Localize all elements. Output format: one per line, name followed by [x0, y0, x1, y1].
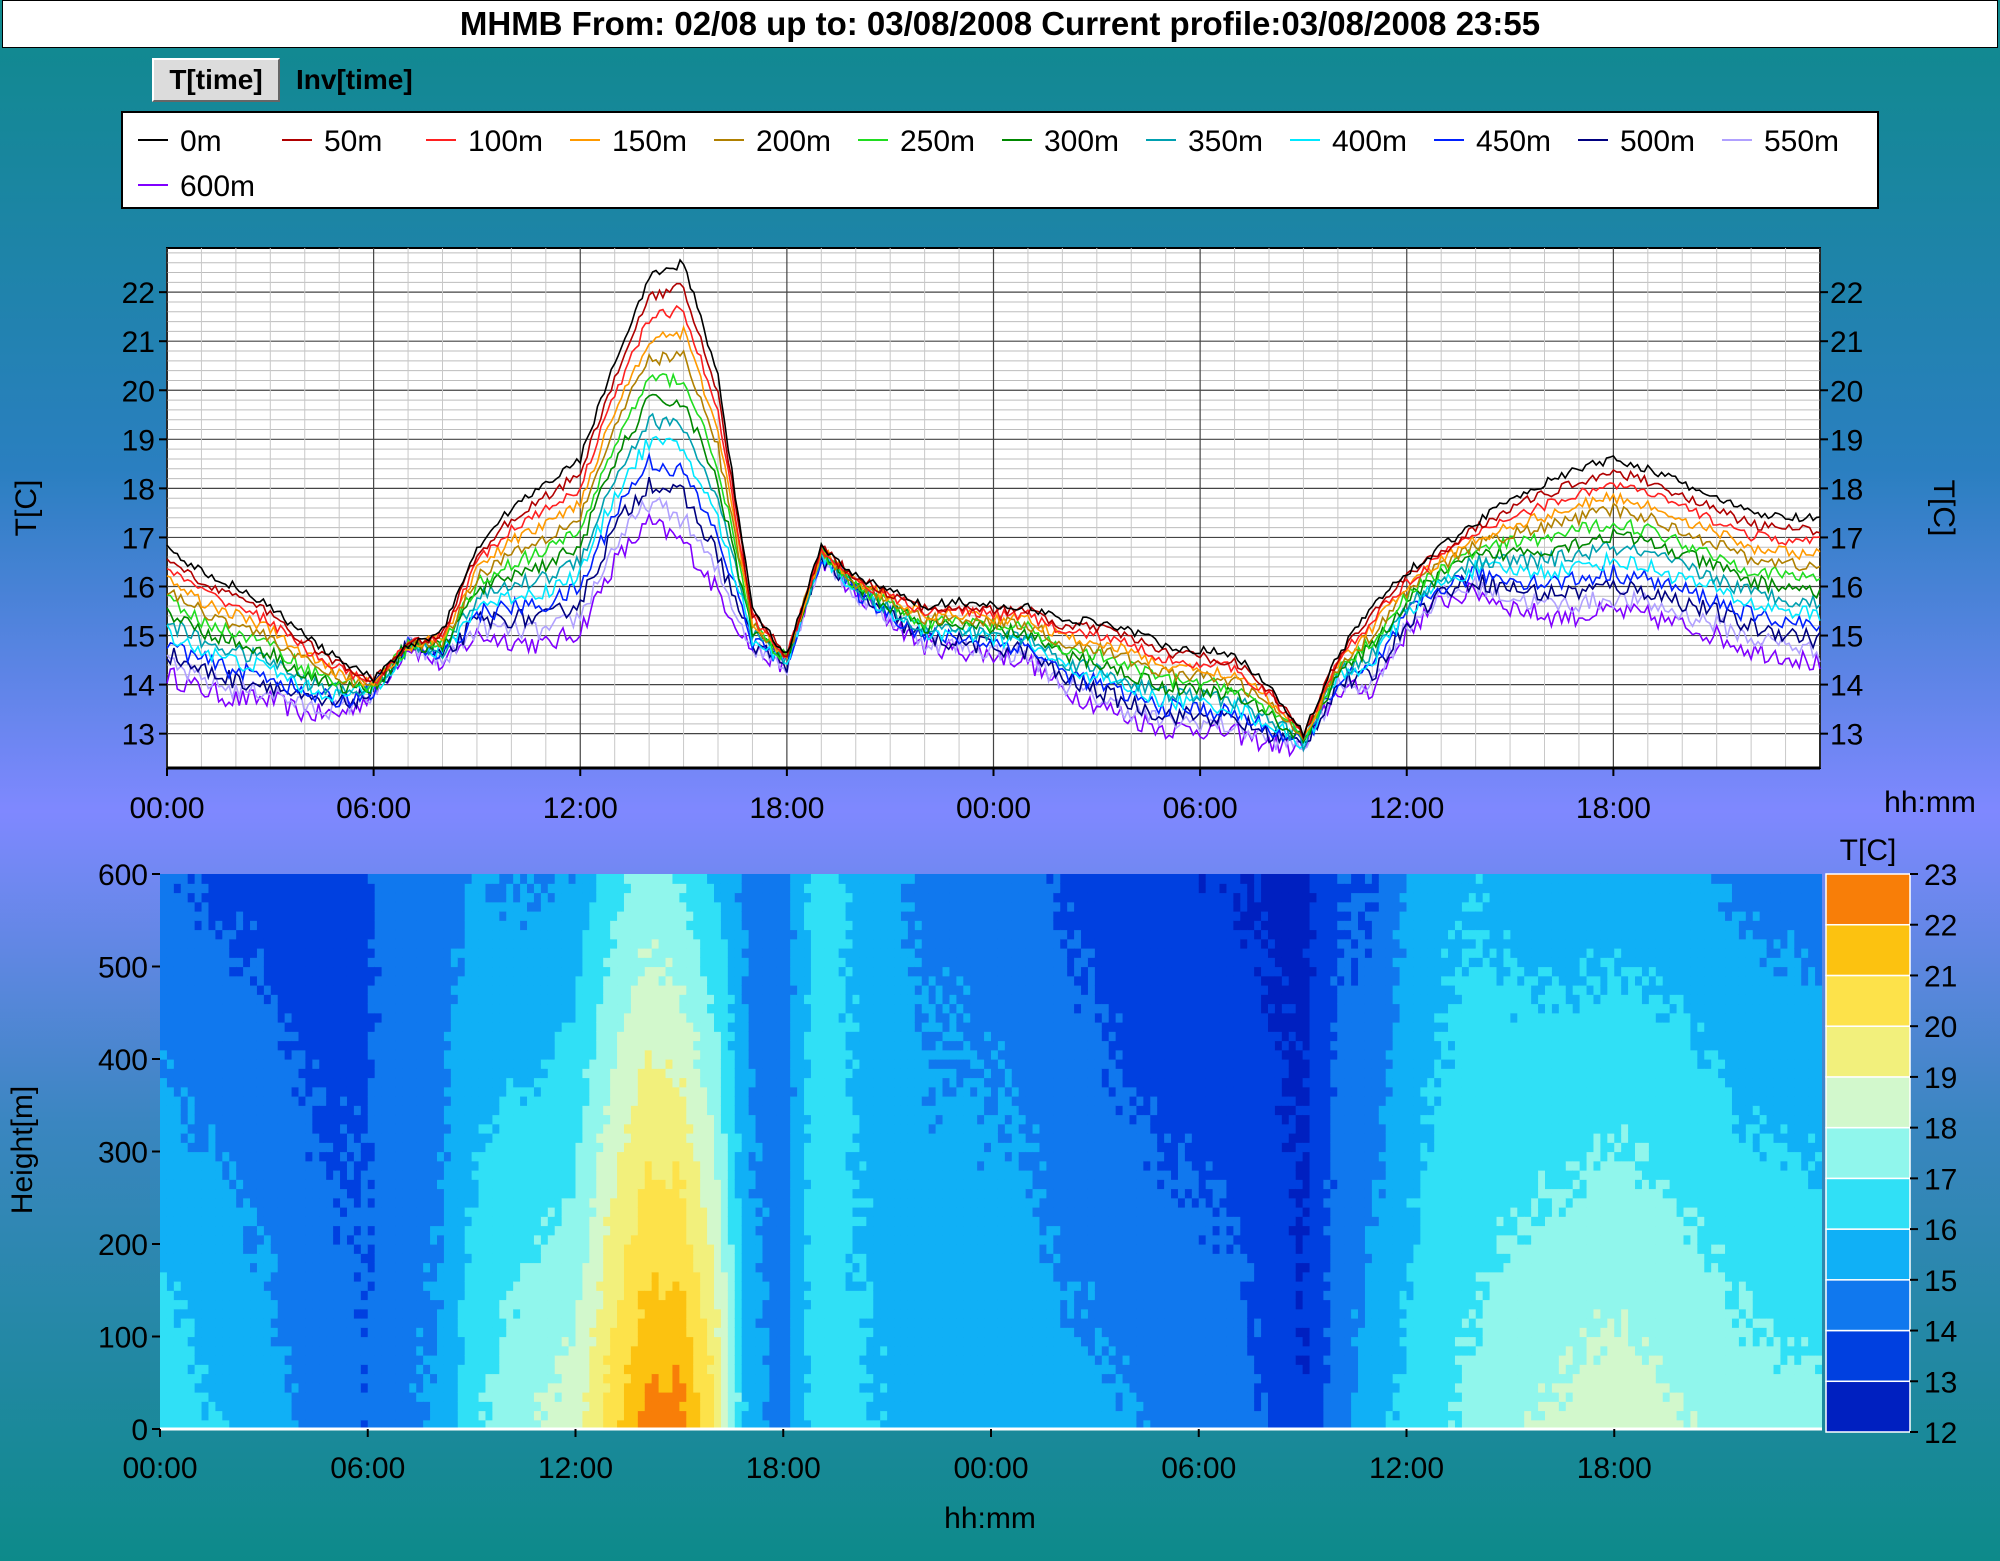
colorbar-band [1825, 1380, 1911, 1433]
legend-entry-50m: 50m [324, 125, 382, 158]
colorbar-tick-label: 13 [1924, 1366, 1957, 1399]
tab-t-time[interactable]: T[time] [152, 58, 280, 102]
y-tick-label-right: 19 [1830, 424, 1863, 457]
line-chart: 13 14 15 16 17 18 19 20 21 22 13 14 15 16 17 18 19 20 21 2… [10, 247, 1976, 825]
height-tick-label: 100 [98, 1322, 148, 1355]
tab-inv-time[interactable]: Inv[time] [296, 60, 413, 100]
y-tick-label-right: 22 [1830, 277, 1863, 310]
x-tick-label: 06:00 [1163, 792, 1238, 825]
height-tick-label: 500 [98, 952, 148, 985]
colorbar-band [1825, 1076, 1911, 1129]
y-tick-label-left: 20 [122, 375, 155, 408]
contour-x-tick-label: 12:00 [538, 1452, 613, 1485]
contour-x-tick-label: 00:00 [122, 1452, 197, 1485]
colorbar-band [1825, 923, 1911, 977]
colorbar-tick-label: 22 [1924, 910, 1957, 943]
colorbar-tick-label: 19 [1924, 1062, 1957, 1095]
chart-canvas: 0m 50m 100m 150m 200m 250m 300m 350m 400m 450m 500… [6, 111, 1976, 1535]
legend-entry-100m: 100m [468, 125, 543, 158]
colorbar-tick-label: 12 [1924, 1417, 1957, 1450]
colorbar-tick-label: 21 [1924, 960, 1957, 993]
y-tick-label-right: 16 [1830, 571, 1863, 604]
x-tick-label: 06:00 [336, 792, 411, 825]
contour-x-tick-label: 18:00 [746, 1452, 821, 1485]
height-tick-label: 400 [98, 1044, 148, 1077]
legend-entry-250m: 250m [900, 125, 975, 158]
y-axis-label-right: T[C] [1927, 480, 1960, 537]
x-tick-label: 12:00 [1369, 792, 1444, 825]
colorbar-tick-label: 15 [1924, 1265, 1957, 1298]
colorbar-tick-label: 16 [1924, 1214, 1957, 1247]
y-tick-label-right: 20 [1830, 375, 1863, 408]
colorbar-tick-label: 17 [1924, 1163, 1957, 1196]
y-tick-label-left: 17 [122, 522, 155, 555]
legend-entry-350m: 350m [1188, 125, 1263, 158]
x-tick-label: 12:00 [543, 792, 618, 825]
y-tick-label-right: 17 [1830, 522, 1863, 555]
colorbar-tick-label: 14 [1924, 1316, 1957, 1349]
colorbar-band [1825, 1177, 1911, 1230]
legend-entry-500m: 500m [1620, 125, 1695, 158]
x-axis-unit-label: hh:mm [1884, 786, 1976, 819]
legend-entry-150m: 150m [612, 125, 687, 158]
colorbar-tick-label: 18 [1924, 1113, 1957, 1146]
contour-chart: 0 100 200 300 400 500 600 00:00 06:00 12:00 18:00… [6, 834, 1957, 1535]
x-tick-label: 00:00 [956, 792, 1031, 825]
y-tick-label-left: 13 [122, 719, 155, 752]
height-tick-label: 200 [98, 1229, 148, 1262]
colorbar-tick-label: 23 [1924, 859, 1957, 892]
legend-entry-0m: 0m [180, 125, 222, 158]
colorbar-title: T[C] [1840, 834, 1897, 867]
contour-x-tick-label: 12:00 [1369, 1452, 1444, 1485]
legend-entry-450m: 450m [1476, 125, 1551, 158]
colorbar-tick-label: 20 [1924, 1011, 1957, 1044]
colorbar-band [1825, 1025, 1911, 1078]
y-tick-label-right: 15 [1830, 621, 1863, 654]
contour-x-axis-label: hh:mm [944, 1502, 1036, 1535]
legend: 0m 50m 100m 150m 200m 250m 300m 350m 400m 450m 500… [121, 111, 1879, 209]
height-tick-label: 600 [98, 859, 148, 892]
y-tick-label-right: 13 [1830, 719, 1863, 752]
y-tick-label-left: 22 [122, 277, 155, 310]
contour-x-tick-label: 18:00 [1577, 1452, 1652, 1485]
y-tick-label-right: 18 [1830, 473, 1863, 506]
colorbar-band [1825, 974, 1911, 1027]
colorbar-band [1825, 1279, 1911, 1332]
legend-entry-300m: 300m [1044, 125, 1119, 158]
contour-x-tick-label: 06:00 [330, 1452, 405, 1485]
legend-entry-600m: 600m [180, 170, 255, 203]
legend-entry-550m: 550m [1764, 125, 1839, 158]
legend-entry-400m: 400m [1332, 125, 1407, 158]
height-tick-label: 0 [131, 1414, 148, 1447]
y-tick-label-left: 19 [122, 424, 155, 457]
y-tick-label-right: 14 [1830, 670, 1863, 703]
colorbar-band [1825, 1329, 1911, 1383]
colorbar-band [1825, 873, 1911, 926]
y-tick-label-left: 16 [122, 571, 155, 604]
contour-x-tick-label: 06:00 [1161, 1452, 1236, 1485]
y-tick-label-left: 18 [122, 473, 155, 506]
x-tick-label: 18:00 [749, 792, 824, 825]
y-axis-label-left: T[C] [10, 480, 43, 537]
height-axis-label: Height[m] [6, 1086, 39, 1214]
colorbar-band [1825, 1228, 1911, 1281]
y-tick-label-right: 21 [1830, 326, 1863, 359]
y-tick-label-left: 15 [122, 621, 155, 654]
y-tick-label-left: 14 [122, 670, 155, 703]
x-tick-label: 00:00 [129, 792, 204, 825]
colorbar-band [1825, 1126, 1911, 1180]
contour-x-tick-label: 00:00 [953, 1452, 1028, 1485]
y-tick-label-left: 21 [122, 326, 155, 359]
x-tick-label: 18:00 [1576, 792, 1651, 825]
legend-entry-200m: 200m [756, 125, 831, 158]
height-tick-label: 300 [98, 1137, 148, 1170]
